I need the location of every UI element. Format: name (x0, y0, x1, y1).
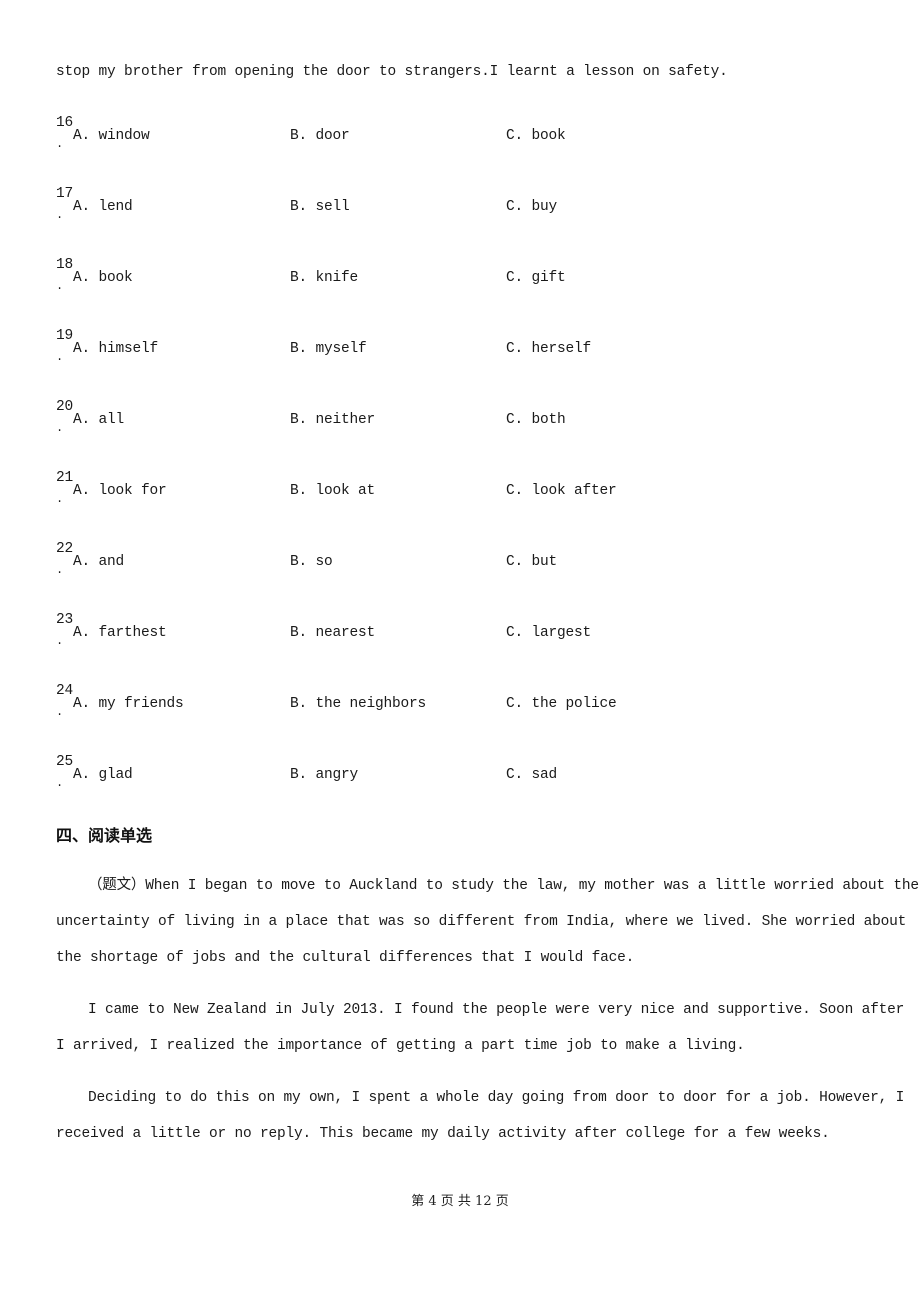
option-a: A. lend (73, 199, 133, 215)
option-c: C. largest (506, 625, 592, 641)
question-dot: . (56, 563, 64, 577)
passage-paragraph-1: （题文）When I began to move to Auckland to … (56, 868, 919, 976)
option-a: A. my friends (73, 696, 184, 712)
option-b: B. neither (290, 412, 376, 428)
question-number: 17 (56, 186, 74, 202)
question-dot: . (56, 776, 64, 790)
option-b: B. door (290, 128, 350, 144)
option-c: C. but (506, 554, 558, 570)
question-dot: . (56, 705, 64, 719)
question-item: 24. A. my friends B. the neighbors C. the p… (56, 683, 876, 743)
paragraph-line: uncertainty of living in a place that wa… (56, 914, 907, 930)
question-number: 19 (56, 328, 74, 344)
question-number: 21 (56, 470, 74, 486)
option-b: B. the neighbors (290, 696, 427, 712)
question-dot: . (56, 421, 64, 435)
option-b: B. angry (290, 767, 359, 783)
question-item: 16. A. window B. door C. book (56, 115, 876, 175)
option-b: B. myself (290, 341, 367, 357)
question-number: 18 (56, 257, 74, 273)
question-item: 23. A. farthest B. nearest C. largest (56, 612, 876, 672)
option-a: A. book (73, 270, 133, 286)
question-number: 24 (56, 683, 74, 699)
page-number-footer: 第 4 页 共 12 页 (411, 1194, 509, 1209)
option-b: B. so (290, 554, 333, 570)
question-number: 20 (56, 399, 74, 415)
question-dot: . (56, 634, 64, 648)
question-dot: . (56, 279, 64, 293)
option-c: C. sad (506, 767, 558, 783)
paragraph-line: the shortage of jobs and the cultural di… (56, 950, 635, 966)
question-dot: . (56, 208, 64, 222)
option-a: A. himself (73, 341, 159, 357)
question-item: 19. A. himself B. myself C. herself (56, 328, 876, 388)
section-title: 四、阅读单选 (56, 826, 153, 845)
paragraph-line: received a little or no reply. This beca… (56, 1126, 830, 1142)
question-item: 22. A. and B. so C. but (56, 541, 876, 601)
passage-paragraph-2: I came to New Zealand in July 2013. I fo… (56, 992, 905, 1064)
question-number: 23 (56, 612, 74, 628)
paragraph-line: Deciding to do this on my own, I spent a… (88, 1090, 905, 1106)
option-c: C. look after (506, 483, 617, 499)
question-number: 25 (56, 754, 74, 770)
question-number: 16 (56, 115, 74, 131)
question-number: 22 (56, 541, 74, 557)
option-b: B. look at (290, 483, 376, 499)
option-a: A. window (73, 128, 150, 144)
paragraph-line: （题文）When I began to move to Auckland to … (88, 878, 919, 894)
question-item: 25. A. glad B. angry C. sad (56, 754, 876, 814)
option-c: C. the police (506, 696, 617, 712)
option-b: B. nearest (290, 625, 376, 641)
question-item: 18. A. book B. knife C. gift (56, 257, 876, 317)
option-c: C. herself (506, 341, 592, 357)
option-a: A. farthest (73, 625, 167, 641)
option-a: A. look for (73, 483, 167, 499)
option-a: A. all (73, 412, 125, 428)
question-item: 21. A. look for B. look at C. look after (56, 470, 876, 530)
option-a: A. glad (73, 767, 133, 783)
passage-paragraph-3: Deciding to do this on my own, I spent a… (56, 1080, 905, 1152)
option-c: C. book (506, 128, 566, 144)
paragraph-line: I arrived, I realized the importance of … (56, 1038, 745, 1054)
passage-closing-line: stop my brother from opening the door to… (56, 64, 728, 80)
question-dot: . (56, 137, 64, 151)
option-b: B. sell (290, 199, 350, 215)
question-dot: . (56, 492, 64, 506)
option-a: A. and (73, 554, 125, 570)
paragraph-line: I came to New Zealand in July 2013. I fo… (88, 1002, 905, 1018)
option-c: C. buy (506, 199, 558, 215)
question-dot: . (56, 350, 64, 364)
question-item: 20. A. all B. neither C. both (56, 399, 876, 459)
question-item: 17. A. lend B. sell C. buy (56, 186, 876, 246)
option-c: C. gift (506, 270, 566, 286)
option-c: C. both (506, 412, 566, 428)
option-b: B. knife (290, 270, 359, 286)
